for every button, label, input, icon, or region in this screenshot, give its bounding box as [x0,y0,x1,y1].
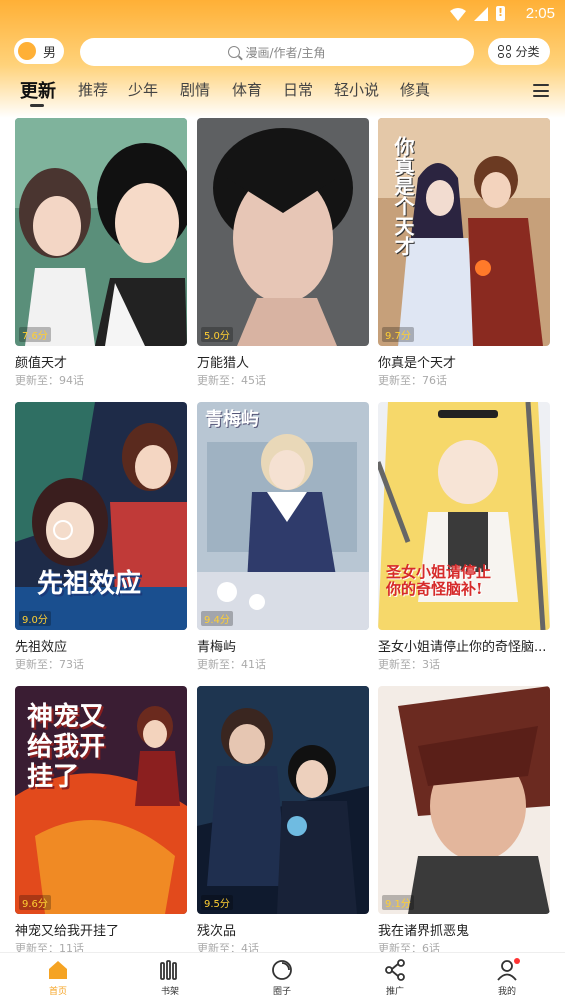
comic-cover[interactable]: 7.6分 [15,118,187,346]
nav-home[interactable]: 首页 [28,959,88,997]
comic-cover[interactable]: 9.1分 [378,686,550,914]
comic-cover[interactable]: 青梅屿 9.4分 [197,402,369,630]
comic-card[interactable]: 7.6分 颜值天才 更新至：94话 [15,118,187,398]
cover-title-art: 青梅屿 [205,409,259,430]
comic-cover[interactable]: 9.5分 [197,686,369,914]
active-tab-indicator [30,104,44,107]
comic-title[interactable]: 你真是个天才 [378,352,456,371]
cover-illustration [197,402,369,630]
nav-label: 书架 [160,987,179,997]
nav-label: 我的 [497,987,516,997]
tab-recommend[interactable]: 推荐 [78,79,108,100]
nav-label: 首页 [48,987,67,997]
share-icon [385,959,405,981]
cover-illustration [15,118,187,346]
comic-cover[interactable]: 先祖效应 9.0分 [15,402,187,630]
comic-score: 9.6分 [19,895,51,910]
comic-title[interactable]: 万能猎人 [197,352,249,371]
tab-update[interactable]: 更新 [20,77,56,103]
comic-card[interactable]: 9.5分 残次品 更新至：4话 [197,686,369,956]
comic-score: 9.4分 [201,611,233,626]
tab-sports[interactable]: 体育 [232,79,262,100]
bookshelf-icon [160,960,177,980]
status-bar: 2:05 [0,0,565,28]
gender-label: 男 [43,45,57,61]
cover-title-art: 神宠又给我开挂了 [27,702,106,792]
comic-card[interactable]: 你真是个天才 9.7分 你真是个天才 更新至：76话 [378,118,550,398]
signal-icon [474,6,488,21]
tab-cultivation[interactable]: 修真 [400,79,430,100]
nav-circle[interactable]: 圈子 [252,959,312,997]
comic-card[interactable]: 圣女小姐请停止你的奇怪脑补! 圣女小姐请停止你的奇怪脑... 更新至：3话 [378,402,550,682]
toggle-knob [18,42,36,60]
comic-title[interactable]: 先祖效应 [15,636,67,655]
search-input[interactable]: 漫画/作者/主角 [80,38,474,66]
comic-card[interactable]: 先祖效应 9.0分 先祖效应 更新至：73话 [15,402,187,682]
comic-score: 9.7分 [382,327,414,342]
comic-title[interactable]: 残次品 [197,920,236,939]
comic-title[interactable]: 我在诸界抓恶鬼 [378,920,469,939]
cover-title-art: 先祖效应 [37,569,142,599]
nav-label: 推广 [385,987,404,997]
comic-score: 9.0分 [19,611,51,626]
category-grid-icon [498,45,512,58]
comic-score: 5.0分 [201,327,233,342]
comic-cover[interactable]: 神宠又给我开挂了 9.6分 [15,686,187,914]
cover-title-art: 圣女小姐请停止你的奇怪脑补! [386,563,492,598]
user-icon [496,958,520,981]
comic-update: 更新至：73话 [15,658,84,671]
gender-toggle[interactable]: 男 [14,38,64,64]
search-icon [228,46,241,58]
category-button[interactable]: 分类 [488,38,550,65]
category-tabs: 更新 推荐 少年 剧情 体育 日常 轻小说 修真 [0,76,565,108]
tab-daily[interactable]: 日常 [283,79,313,100]
comic-cover[interactable]: 圣女小姐请停止你的奇怪脑补! [378,402,550,630]
comic-update: 更新至：41话 [197,658,266,671]
comic-title[interactable]: 圣女小姐请停止你的奇怪脑... [378,636,546,655]
comic-title[interactable]: 青梅屿 [197,636,236,655]
comic-score: 9.1分 [382,895,414,910]
tab-light-novel[interactable]: 轻小说 [334,79,379,100]
status-time: 2:05 [525,5,555,22]
nav-mine[interactable]: 我的 [477,958,537,997]
comic-update: 更新至：94话 [15,374,84,387]
nav-promote[interactable]: 推广 [365,959,425,997]
status-icons [450,6,505,21]
comic-title[interactable]: 神宠又给我开挂了 [15,920,119,939]
comic-update: 更新至：76话 [378,374,447,387]
comic-grid: 7.6分 颜值天才 更新至：94话 5.0分 万能猎人 更新至：45话 你真是个… [15,118,550,956]
tab-shounen[interactable]: 少年 [128,79,158,100]
notification-dot [514,958,520,964]
circle-icon [272,960,292,980]
cover-title-art: 你真是个天才 [391,136,415,256]
category-label: 分类 [515,45,540,59]
comic-card[interactable]: 青梅屿 9.4分 青梅屿 更新至：41话 [197,402,369,682]
comic-update: 更新至：45话 [197,374,266,387]
top-header: 2:05 男 漫画/作者/主角 分类 更新 推荐 少年 剧情 体育 日常 轻小说… [0,0,565,118]
comic-cover[interactable]: 你真是个天才 9.7分 [378,118,550,346]
nav-label: 圈子 [272,987,291,997]
cover-illustration [197,118,369,346]
tab-drama[interactable]: 剧情 [180,79,210,100]
comic-card[interactable]: 9.1分 我在诸界抓恶鬼 更新至：6话 [378,686,550,956]
battery-icon [496,6,505,21]
nav-bookshelf[interactable]: 书架 [140,959,200,997]
comic-update: 更新至：3话 [378,658,440,671]
comic-card[interactable]: 5.0分 万能猎人 更新至：45话 [197,118,369,398]
comic-score: 9.5分 [201,895,233,910]
menu-icon[interactable] [533,84,549,97]
search-placeholder: 漫画/作者/主角 [245,45,326,60]
comic-card[interactable]: 神宠又给我开挂了 9.6分 神宠又给我开挂了 更新至：11话 [15,686,187,956]
wifi-icon [450,7,466,21]
bottom-nav: 首页 书架 圈子 推广 我的 [0,952,565,1006]
home-icon [49,961,67,979]
comic-score: 7.6分 [19,327,51,342]
comic-cover[interactable]: 5.0分 [197,118,369,346]
comic-title[interactable]: 颜值天才 [15,352,67,371]
cover-illustration [378,686,550,914]
cover-illustration [197,686,369,914]
